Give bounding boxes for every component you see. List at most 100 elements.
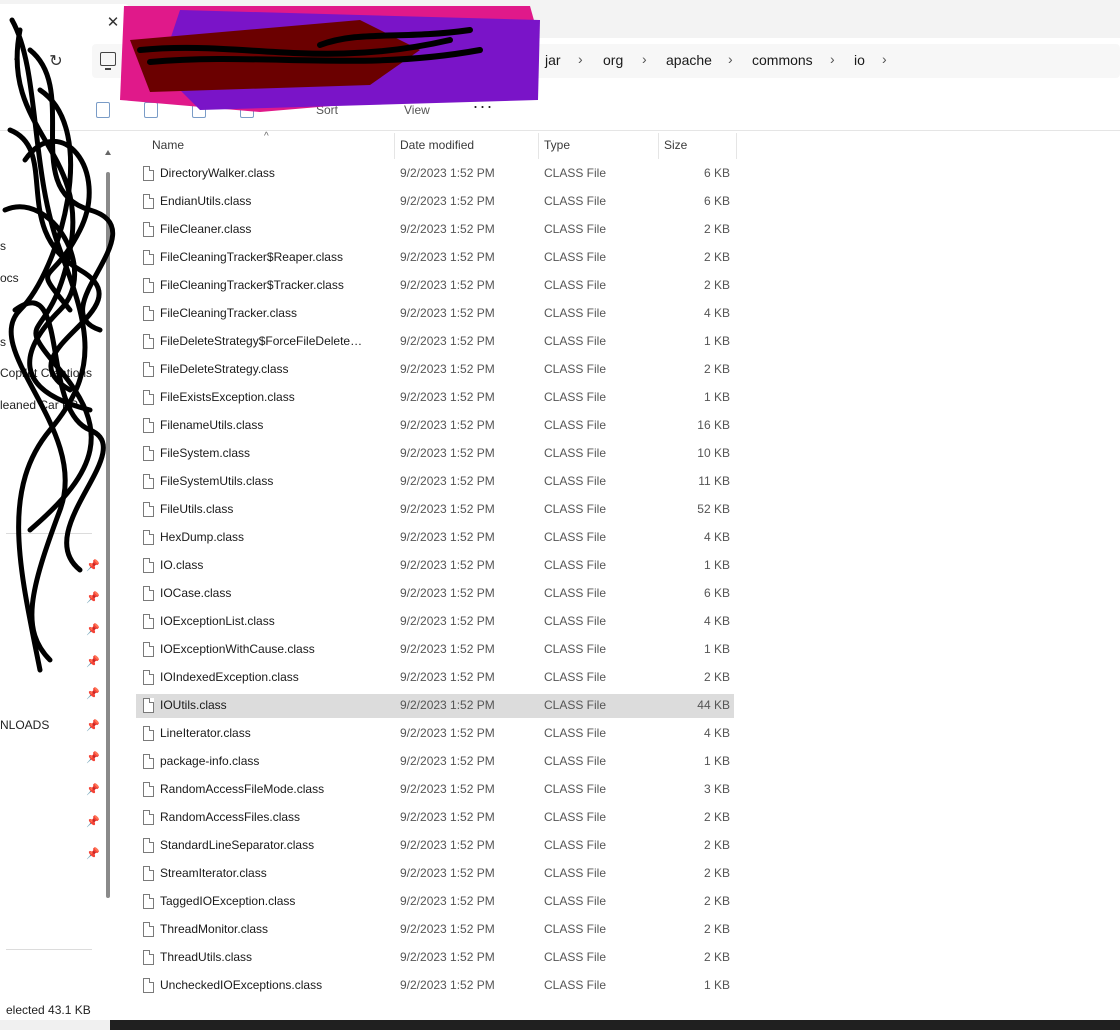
chevron-right-icon[interactable]: › [882,51,887,67]
pin-icon[interactable]: 📌 [86,816,100,828]
pin-icon[interactable]: 📌 [86,784,100,796]
file-type: CLASS File [544,362,607,376]
file-row[interactable]: IOExceptionList.class 9/2/2023 1:52 PM CLA… [136,610,734,634]
file-row[interactable]: ThreadUtils.class 9/2/2023 1:52 PM CLASS F… [136,946,734,970]
file-date-modified: 9/2/2023 1:52 PM [400,250,495,264]
refresh-icon[interactable]: ↻ [44,50,68,74]
file-size: 52 KB [697,502,730,516]
file-row[interactable]: FileCleaner.class 9/2/2023 1:52 PM CLASS F… [136,218,734,242]
column-name[interactable]: Name [152,131,184,159]
sort-button[interactable]: Sort [316,100,338,120]
pin-icon[interactable]: 📌 [86,560,100,572]
view-button[interactable]: View [404,100,430,120]
explorer-tab[interactable]: ✕ [0,4,130,38]
file-date-modified: 9/2/2023 1:52 PM [400,922,495,936]
file-row[interactable]: IO.class 9/2/2023 1:52 PM CLASS File 1 KB [136,554,734,578]
chevron-right-icon[interactable]: › [642,51,647,67]
chevron-right-icon[interactable]: › [728,51,733,67]
file-icon [143,194,154,209]
file-type: CLASS File [544,558,607,572]
taskbar-left-area [0,1020,110,1030]
chevron-right-icon[interactable]: › [578,51,583,67]
file-icon [143,894,154,909]
breadcrumb-item-io[interactable]: io [854,52,865,68]
file-row[interactable]: RandomAccessFiles.class 9/2/2023 1:52 PM C… [136,806,734,830]
scroll-up-arrow-icon[interactable] [105,150,111,155]
copy-icon[interactable] [96,102,110,118]
file-size: 1 KB [703,390,730,404]
sidebar-item-fragment[interactable]: leaned Car PP [0,398,78,412]
file-date-modified: 9/2/2023 1:52 PM [400,670,495,684]
sidebar-item-fragment[interactable]: ocs [0,271,19,285]
file-row[interactable]: IOUtils.class 9/2/2023 1:52 PM CLASS File 4… [136,694,734,718]
column-type[interactable]: Type [544,131,570,159]
file-row[interactable]: FilenameUtils.class 9/2/2023 1:52 PM CLASS… [136,414,734,438]
pin-icon[interactable]: 📌 [86,688,100,700]
breadcrumb-item-apache[interactable]: apache [666,52,712,68]
file-row[interactable]: FileCleaningTracker$Tracker.class 9/2/202… [136,274,734,298]
breadcrumb-item-jar[interactable]: jar [545,52,561,68]
column-date-modified[interactable]: Date modified [400,131,474,159]
file-row[interactable]: StreamIterator.class 9/2/2023 1:52 PM CLAS… [136,862,734,886]
file-date-modified: 9/2/2023 1:52 PM [400,390,495,404]
file-size: 1 KB [703,978,730,992]
pin-icon[interactable]: 📌 [86,624,100,636]
pin-icon[interactable]: 📌 [86,592,100,604]
file-name: RandomAccessFiles.class [160,810,301,824]
rename-icon[interactable] [144,102,158,118]
delete-icon[interactable] [240,102,254,118]
file-row[interactable]: FileSystem.class 9/2/2023 1:52 PM CLASS Fi… [136,442,734,466]
breadcrumb-partial[interactable]: native [464,52,501,68]
file-row[interactable]: FileExistsException.class 9/2/2023 1:52 P… [136,386,734,410]
status-bar: elected 43.1 KB [0,1000,1120,1020]
file-row[interactable]: IOCase.class 9/2/2023 1:52 PM CLASS File 6 … [136,582,734,606]
file-row[interactable]: DirectoryWalker.class 9/2/2023 1:52 PM CLA… [136,162,734,186]
breadcrumb-item-org[interactable]: org [603,52,623,68]
pin-icon[interactable]: 📌 [86,752,100,764]
file-row[interactable]: EndianUtils.class 9/2/2023 1:52 PM CLASS F… [136,190,734,214]
plus-icon[interactable]: + [148,8,166,28]
file-name: ThreadUtils.class [160,950,253,964]
file-row[interactable]: IOExceptionWithCause.class 9/2/2023 1:52 … [136,638,734,662]
file-row[interactable]: StandardLineSeparator.class 9/2/2023 1:52… [136,834,734,858]
file-row[interactable]: FileSystemUtils.class 9/2/2023 1:52 PM CLA… [136,470,734,494]
pin-icon[interactable]: 📌 [86,656,100,668]
file-date-modified: 9/2/2023 1:52 PM [400,362,495,376]
file-row[interactable]: ThreadMonitor.class 9/2/2023 1:52 PM CLASS… [136,918,734,942]
share-icon[interactable] [192,102,206,118]
chevron-right-icon[interactable]: › [830,51,835,67]
file-icon [143,642,154,657]
pin-icon[interactable]: 📌 [86,720,100,732]
file-row[interactable]: RandomAccessFileMode.class 9/2/2023 1:52 … [136,778,734,802]
file-row[interactable]: FileDeleteStrategy$ForceFileDeleteStrate… [136,330,734,354]
column-divider[interactable] [538,133,539,159]
file-row[interactable]: HexDump.class 9/2/2023 1:52 PM CLASS File 4… [136,526,734,550]
sidebar-item-fragment[interactable]: s [0,335,6,349]
file-row[interactable]: FileCleaningTracker$Reaper.class 9/2/2023… [136,246,734,270]
file-row[interactable]: FileUtils.class 9/2/2023 1:52 PM CLASS Fil… [136,498,734,522]
file-row[interactable]: FileDeleteStrategy.class 9/2/2023 1:52 PM… [136,358,734,382]
file-row[interactable]: TaggedIOException.class 9/2/2023 1:52 PM C… [136,890,734,914]
pin-icon[interactable]: 📌 [86,848,100,860]
file-name: FilenameUtils.class [160,418,264,432]
close-icon[interactable]: ✕ [104,14,122,32]
up-arrow-icon[interactable]: ↑ [4,50,28,74]
column-size[interactable]: Size [664,131,687,159]
sidebar-scrollbar[interactable] [106,172,110,898]
file-icon [143,614,154,629]
column-divider[interactable] [394,133,395,159]
more-icon[interactable]: ··· [472,97,494,120]
file-row[interactable]: IOIndexedException.class 9/2/2023 1:52 PM… [136,666,734,690]
file-row[interactable]: UncheckedIOExceptions.class 9/2/2023 1:52… [136,974,734,998]
file-row[interactable]: FileCleaningTracker.class 9/2/2023 1:52 P… [136,302,734,326]
sidebar-item-downloads[interactable]: NLOADS [0,718,49,732]
file-row[interactable]: LineIterator.class 9/2/2023 1:52 PM CLASS … [136,722,734,746]
file-row[interactable]: package-info.class 9/2/2023 1:52 PM CLASS … [136,750,734,774]
breadcrumb-item-commons[interactable]: commons [752,52,813,68]
this-pc-icon[interactable] [100,52,116,70]
sidebar-item-fragment[interactable]: Copilot Creations [0,366,92,380]
column-divider[interactable] [736,133,737,159]
breadcrumb[interactable]: native › jar › org › apache › commons › … [92,44,1120,78]
column-divider[interactable] [658,133,659,159]
sidebar-item-fragment[interactable]: s [0,239,6,253]
